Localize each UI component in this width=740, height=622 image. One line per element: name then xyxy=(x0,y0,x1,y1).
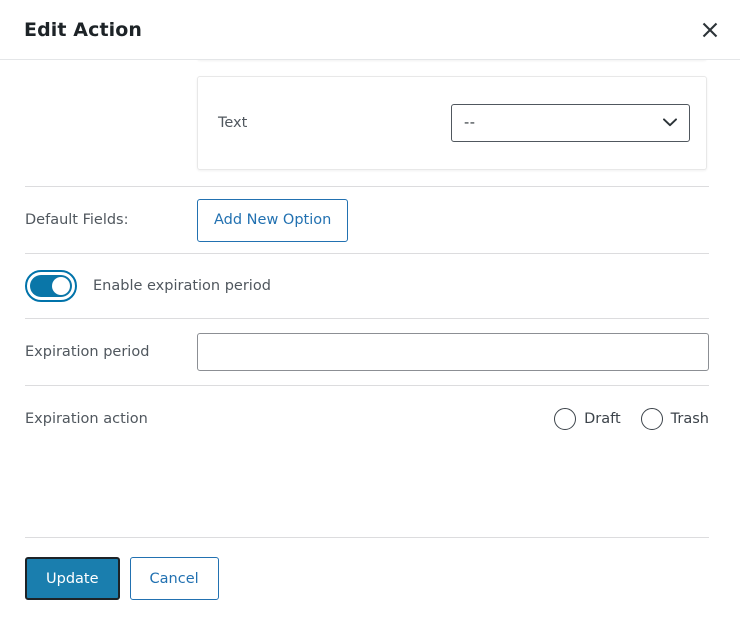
modal-footer: Update Cancel xyxy=(0,538,740,600)
expiration-period-row: Expiration period xyxy=(0,319,740,385)
add-new-option-button[interactable]: Add New Option xyxy=(197,198,349,242)
card-gap xyxy=(197,60,707,76)
toggle-track xyxy=(30,275,72,297)
radio-icon xyxy=(640,408,663,430)
radio-label: Draft xyxy=(584,411,621,427)
expiration-period-label: Expiration period xyxy=(25,344,150,360)
close-button[interactable] xyxy=(692,12,728,48)
expiration-action-row: Expiration action Draft Trash xyxy=(0,386,740,452)
enable-expiration-row: Enable expiration period xyxy=(0,254,740,318)
expiration-period-input[interactable] xyxy=(197,333,709,371)
chevron-down-icon xyxy=(663,115,677,131)
enable-expiration-label: Enable expiration period xyxy=(93,278,271,294)
close-icon xyxy=(701,21,719,39)
radio-option-trash[interactable]: Trash xyxy=(640,408,709,430)
modal-body: post_id -- Text -- xyxy=(0,60,740,537)
mapped-fields-list: post_id -- Text -- xyxy=(0,60,740,170)
default-fields-label: Default Fields: xyxy=(25,212,129,228)
expiration-action-radio-group: Draft Trash xyxy=(554,408,709,430)
field-row-text: Text -- xyxy=(197,76,707,170)
update-button[interactable]: Update xyxy=(25,557,120,600)
field-label: Text xyxy=(218,115,248,131)
expiration-action-label: Expiration action xyxy=(25,411,148,427)
enable-expiration-toggle[interactable] xyxy=(25,270,77,302)
edit-action-modal: Edit Action post_id -- xyxy=(0,0,740,622)
cancel-button[interactable]: Cancel xyxy=(129,557,219,600)
field-select-text[interactable]: -- xyxy=(451,104,690,142)
radio-label: Trash xyxy=(670,411,709,427)
default-fields-row: Default Fields: Add New Option xyxy=(0,187,740,253)
toggle-knob xyxy=(52,277,70,295)
field-select-value: -- xyxy=(464,115,476,131)
page-title: Edit Action xyxy=(24,18,143,41)
modal-header: Edit Action xyxy=(0,0,740,60)
radio-option-draft[interactable]: Draft xyxy=(554,408,621,430)
radio-icon xyxy=(554,408,577,430)
